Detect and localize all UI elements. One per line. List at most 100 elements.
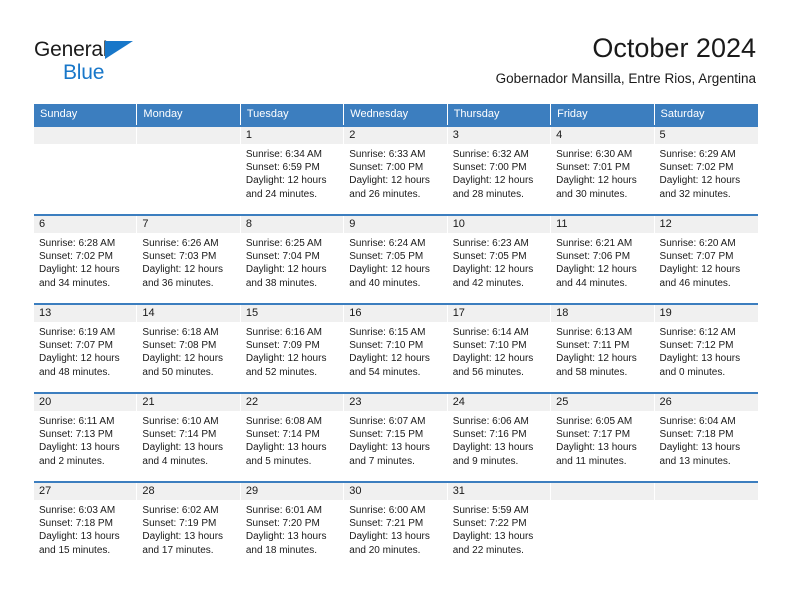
sunrise-text: Sunrise: 6:26 AM [142, 238, 219, 249]
day-cell[interactable]: 5 Sunrise: 6:29 AM Sunset: 7:02 PM Dayli… [654, 127, 758, 214]
day-cell[interactable]: 3 Sunrise: 6:32 AM Sunset: 7:00 PM Dayli… [447, 127, 552, 214]
day-cell [34, 127, 138, 214]
day-cell[interactable]: 2 Sunrise: 6:33 AM Sunset: 7:00 PM Dayli… [344, 127, 448, 214]
daylight-text-line2: and 11 minutes. [556, 455, 627, 467]
day-number: 4 [551, 127, 654, 144]
day-cell[interactable]: 19 Sunrise: 6:12 AM Sunset: 7:12 PM Dayl… [654, 305, 758, 392]
day-number: 26 [654, 394, 758, 411]
day-cell[interactable]: 25 Sunrise: 6:05 AM Sunset: 7:17 PM Dayl… [551, 394, 655, 481]
day-cell[interactable]: 1 Sunrise: 6:34 AM Sunset: 6:59 PM Dayli… [240, 127, 345, 214]
day-cell[interactable]: 27 Sunrise: 6:03 AM Sunset: 7:18 PM Dayl… [34, 483, 138, 570]
generalblue-logo[interactable]: General Blue [34, 38, 154, 84]
day-number: 14 [137, 305, 240, 322]
day-cell[interactable]: 26 Sunrise: 6:04 AM Sunset: 7:18 PM Dayl… [654, 394, 758, 481]
daylight-text-line1: Daylight: 13 hours [556, 442, 637, 454]
sunset-text: Sunset: 7:02 PM [659, 162, 734, 174]
day-cell[interactable]: 23 Sunrise: 6:07 AM Sunset: 7:15 PM Dayl… [344, 394, 448, 481]
day-number: 1 [240, 127, 344, 144]
daylight-text-line2: and 0 minutes. [659, 366, 726, 378]
sunrise-text: Sunrise: 6:15 AM [349, 327, 426, 338]
sunrise-text: Sunrise: 6:10 AM [142, 416, 219, 427]
day-details: Sunrise: 6:25 AM Sunset: 7:04 PM Dayligh… [241, 233, 343, 290]
daylight-text-line2: and 34 minutes. [39, 277, 111, 289]
daylight-text-line1: Daylight: 13 hours [245, 531, 327, 543]
day-cell[interactable]: 12 Sunrise: 6:20 AM Sunset: 7:07 PM Dayl… [654, 216, 758, 303]
day-cell[interactable]: 13 Sunrise: 6:19 AM Sunset: 7:07 PM Dayl… [34, 305, 138, 392]
day-number: 22 [240, 394, 344, 411]
daylight-text-line1: Daylight: 12 hours [556, 353, 637, 365]
sunrise-text: Sunrise: 6:07 AM [349, 416, 426, 427]
day-cell[interactable]: 18 Sunrise: 6:13 AM Sunset: 7:11 PM Dayl… [551, 305, 655, 392]
sunset-text: Sunset: 7:08 PM [142, 340, 217, 352]
daylight-text-line1: Daylight: 12 hours [39, 353, 120, 365]
daylight-text-line2: and 26 minutes. [349, 188, 421, 200]
daylight-text-line2: and 32 minutes. [659, 188, 731, 200]
day-cell[interactable]: 4 Sunrise: 6:30 AM Sunset: 7:01 PM Dayli… [551, 127, 655, 214]
day-details: Sunrise: 6:26 AM Sunset: 7:03 PM Dayligh… [137, 233, 239, 290]
day-details: Sunrise: 6:34 AM Sunset: 6:59 PM Dayligh… [241, 144, 343, 201]
sunrise-text: Sunrise: 6:02 AM [142, 505, 219, 516]
day-cell[interactable]: 10 Sunrise: 6:23 AM Sunset: 7:05 PM Dayl… [447, 216, 552, 303]
sunrise-text: Sunrise: 6:33 AM [349, 149, 426, 160]
day-number [551, 483, 654, 500]
day-cell[interactable]: 6 Sunrise: 6:28 AM Sunset: 7:02 PM Dayli… [34, 216, 138, 303]
week-row: 20 Sunrise: 6:11 AM Sunset: 7:13 PM Dayl… [34, 392, 758, 481]
day-cell[interactable]: 20 Sunrise: 6:11 AM Sunset: 7:13 PM Dayl… [34, 394, 138, 481]
day-cell[interactable]: 24 Sunrise: 6:06 AM Sunset: 7:16 PM Dayl… [447, 394, 552, 481]
daylight-text-line2: and 24 minutes. [245, 188, 318, 200]
week-row: 13 Sunrise: 6:19 AM Sunset: 7:07 PM Dayl… [34, 303, 758, 392]
sunset-text: Sunset: 7:22 PM [452, 518, 527, 530]
daylight-text-line2: and 5 minutes. [245, 455, 312, 467]
day-number: 27 [34, 483, 137, 500]
day-cell[interactable]: 22 Sunrise: 6:08 AM Sunset: 7:14 PM Dayl… [240, 394, 345, 481]
day-cell[interactable]: 17 Sunrise: 6:14 AM Sunset: 7:10 PM Dayl… [447, 305, 552, 392]
day-details: Sunrise: 6:01 AM Sunset: 7:20 PM Dayligh… [241, 500, 343, 557]
day-number: 25 [551, 394, 654, 411]
sunset-text: Sunset: 7:12 PM [659, 340, 734, 352]
day-cell[interactable]: 7 Sunrise: 6:26 AM Sunset: 7:03 PM Dayli… [137, 216, 241, 303]
day-details: Sunrise: 6:30 AM Sunset: 7:01 PM Dayligh… [551, 144, 653, 201]
daylight-text-line1: Daylight: 12 hours [39, 264, 120, 276]
day-details: Sunrise: 6:13 AM Sunset: 7:11 PM Dayligh… [551, 322, 653, 379]
day-number: 30 [344, 483, 447, 500]
day-details: Sunrise: 6:28 AM Sunset: 7:02 PM Dayligh… [34, 233, 136, 290]
day-number: 31 [447, 483, 551, 500]
day-cell [137, 127, 241, 214]
daylight-text-line2: and 15 minutes. [39, 544, 111, 556]
day-details: Sunrise: 6:06 AM Sunset: 7:16 PM Dayligh… [448, 411, 550, 468]
day-number [34, 127, 137, 144]
day-cell[interactable]: 29 Sunrise: 6:01 AM Sunset: 7:20 PM Dayl… [240, 483, 345, 570]
day-details: Sunrise: 6:20 AM Sunset: 7:07 PM Dayligh… [655, 233, 758, 290]
triangle-icon [105, 41, 133, 59]
weekday-header-sunday: Sunday [34, 104, 138, 125]
sunset-text: Sunset: 7:00 PM [452, 162, 527, 174]
sunrise-text: Sunrise: 6:08 AM [245, 416, 322, 427]
daylight-text-line1: Daylight: 12 hours [659, 264, 741, 276]
day-cell[interactable]: 28 Sunrise: 6:02 AM Sunset: 7:19 PM Dayl… [137, 483, 241, 570]
logo-text-blue: Blue [63, 61, 105, 84]
day-cell[interactable]: 14 Sunrise: 6:18 AM Sunset: 7:08 PM Dayl… [137, 305, 241, 392]
sunrise-text: Sunrise: 6:20 AM [659, 238, 736, 249]
day-details: Sunrise: 6:32 AM Sunset: 7:00 PM Dayligh… [448, 144, 550, 201]
day-details: Sunrise: 6:29 AM Sunset: 7:02 PM Dayligh… [655, 144, 758, 201]
day-cell[interactable]: 11 Sunrise: 6:21 AM Sunset: 7:06 PM Dayl… [551, 216, 655, 303]
daylight-text-line1: Daylight: 13 hours [452, 531, 534, 543]
day-cell[interactable]: 30 Sunrise: 6:00 AM Sunset: 7:21 PM Dayl… [344, 483, 448, 570]
sunrise-text: Sunrise: 5:59 AM [452, 505, 529, 516]
day-number: 23 [344, 394, 447, 411]
daylight-text-line1: Daylight: 12 hours [452, 264, 534, 276]
day-cell[interactable]: 8 Sunrise: 6:25 AM Sunset: 7:04 PM Dayli… [240, 216, 345, 303]
daylight-text-line1: Daylight: 12 hours [349, 264, 430, 276]
day-cell[interactable]: 31 Sunrise: 5:59 AM Sunset: 7:22 PM Dayl… [447, 483, 552, 570]
logo-text-general: General [34, 38, 108, 61]
day-cell[interactable]: 16 Sunrise: 6:15 AM Sunset: 7:10 PM Dayl… [344, 305, 448, 392]
sunrise-text: Sunrise: 6:13 AM [556, 327, 633, 338]
title-block: October 2024 Gobernador Mansilla, Entre … [496, 32, 756, 87]
day-cell[interactable]: 15 Sunrise: 6:16 AM Sunset: 7:09 PM Dayl… [240, 305, 345, 392]
day-cell[interactable]: 9 Sunrise: 6:24 AM Sunset: 7:05 PM Dayli… [344, 216, 448, 303]
day-details: Sunrise: 6:03 AM Sunset: 7:18 PM Dayligh… [34, 500, 136, 557]
daylight-text-line2: and 56 minutes. [452, 366, 524, 378]
page-subtitle: Gobernador Mansilla, Entre Rios, Argenti… [495, 71, 756, 86]
day-cell[interactable]: 21 Sunrise: 6:10 AM Sunset: 7:14 PM Dayl… [137, 394, 241, 481]
day-number: 3 [447, 127, 551, 144]
